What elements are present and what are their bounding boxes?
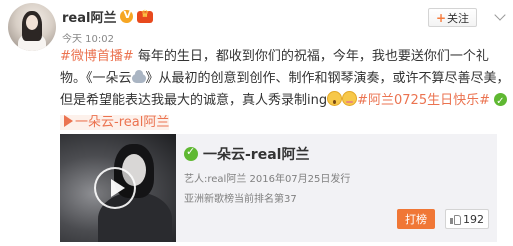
follow-label: 关注 xyxy=(447,11,470,25)
username[interactable]: real阿兰 xyxy=(62,7,116,26)
thumbs-up-icon xyxy=(450,214,461,225)
post-text: #微博首播# 每年的生日，都收到你们的祝福，今年，我也要送你们一个礼物。《一朵云… xyxy=(60,46,510,134)
play-circle-icon[interactable] xyxy=(94,167,136,209)
post-timestamp[interactable]: 今天 10:02 xyxy=(62,30,114,45)
shy-face-emoji-icon xyxy=(342,91,358,106)
chevron-down-icon[interactable] xyxy=(494,9,506,21)
topic-link-weibo-premiere[interactable]: #微博首播# xyxy=(60,49,134,64)
post-header: real阿兰 xyxy=(62,7,154,26)
avatar-face xyxy=(26,15,38,30)
play-icon xyxy=(64,115,73,127)
music-check-icon xyxy=(184,145,198,161)
song-link[interactable]: 一朵云-real阿兰 xyxy=(60,115,170,130)
like-count: 192 xyxy=(463,212,484,226)
user-avatar[interactable] xyxy=(8,3,56,51)
topic-link-birthday[interactable]: #阿兰0725生日快乐# xyxy=(357,93,490,108)
card-title-row: 一朵云-real阿兰 xyxy=(184,144,309,164)
cloud-icon xyxy=(131,70,146,83)
vip-crown-icon[interactable] xyxy=(137,9,154,23)
song-link-label: 一朵云-real阿兰 xyxy=(75,115,170,130)
like-button[interactable]: 192 xyxy=(445,209,489,229)
artist-release-info: 艺人:real阿兰 2016年07月25日发行 xyxy=(184,174,351,185)
song-title[interactable]: 一朵云-real阿兰 xyxy=(203,144,309,164)
album-cover[interactable] xyxy=(60,134,176,242)
music-check-icon xyxy=(494,91,508,113)
plus-icon: + xyxy=(435,10,447,25)
surprised-face-emoji-icon xyxy=(327,91,343,106)
music-card[interactable]: 一朵云-real阿兰 艺人:real阿兰 2016年07月25日发行 亚洲新歌榜… xyxy=(60,134,497,242)
chart-rank-info: 亚洲新歌榜当前排名第37 xyxy=(184,194,297,205)
chart-vote-button[interactable]: 打榜 xyxy=(397,209,435,229)
verified-v-icon xyxy=(120,10,134,23)
follow-button[interactable]: + 关注 xyxy=(428,8,477,27)
